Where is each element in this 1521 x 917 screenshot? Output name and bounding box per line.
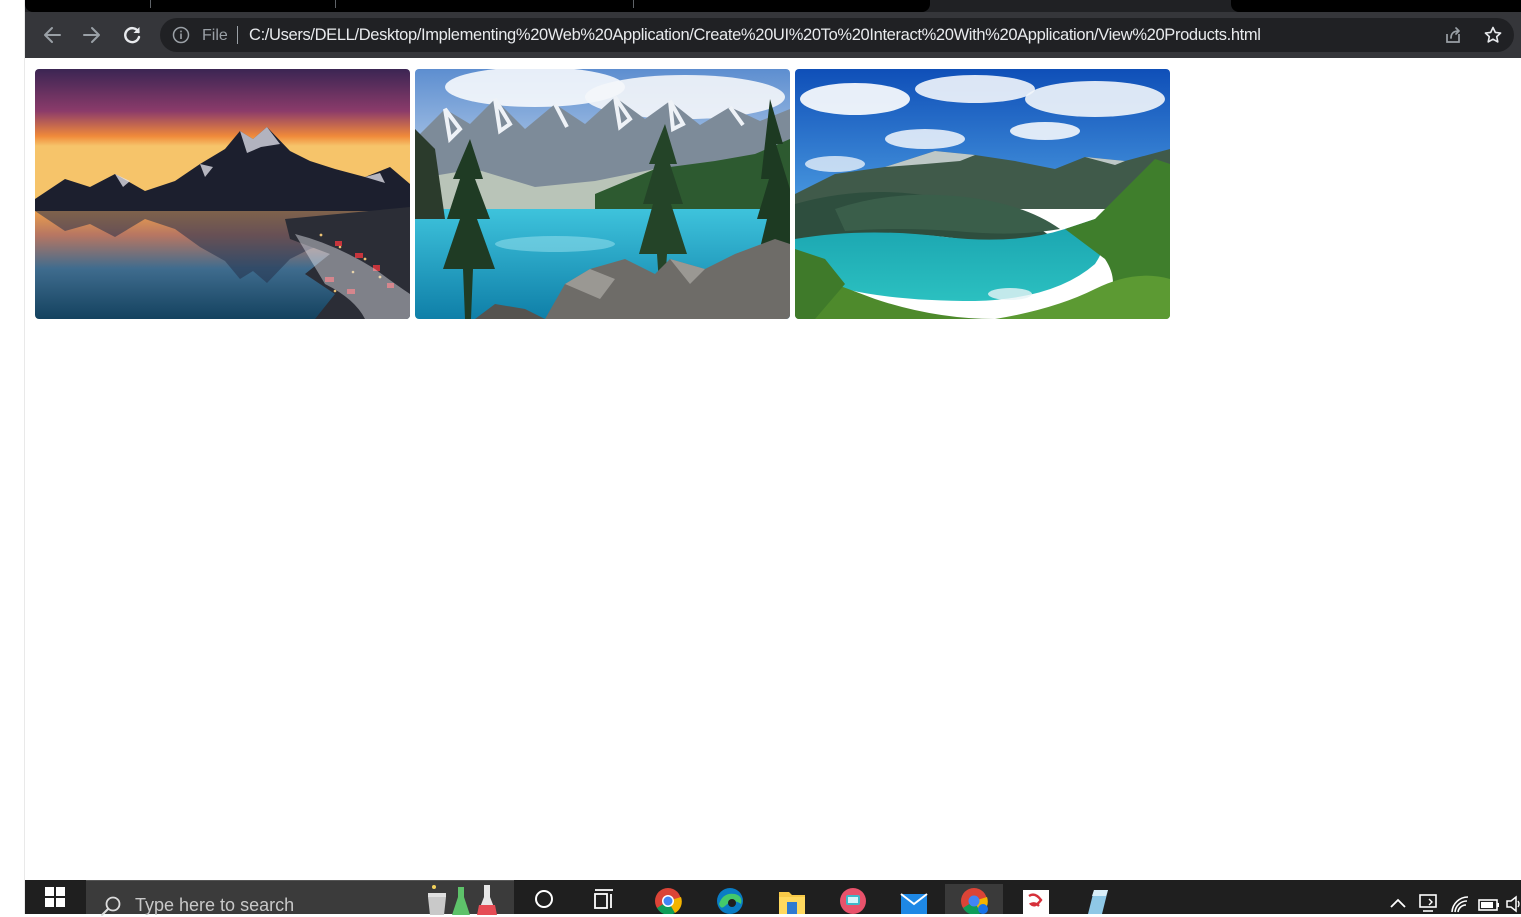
product-image-3[interactable] — [795, 69, 1170, 319]
task-view-icon — [594, 889, 613, 909]
wifi-icon[interactable] — [1449, 894, 1471, 914]
taskbar-search-box[interactable]: Type here to search — [86, 880, 514, 916]
media-app-taskbar-button[interactable] — [836, 884, 870, 914]
tab-separator — [335, 0, 336, 8]
mail-taskbar-button[interactable] — [897, 884, 931, 914]
chrome-profile-taskbar-button[interactable] — [945, 884, 1003, 914]
back-button[interactable] — [37, 20, 67, 50]
app-tile-taskbar-button[interactable] — [1019, 884, 1053, 914]
page-left-edge — [0, 0, 25, 914]
reload-button[interactable] — [117, 20, 147, 50]
mail-icon — [900, 893, 928, 914]
file-explorer-icon — [779, 892, 805, 914]
product-image-2[interactable] — [415, 69, 790, 319]
tab-separator — [150, 0, 151, 8]
info-icon[interactable] — [172, 26, 190, 44]
windows-taskbar: Type here to search — [25, 880, 1521, 916]
lab-flasks-icon[interactable] — [424, 883, 504, 915]
forward-button[interactable] — [77, 20, 107, 50]
browser-toolbar: File C:/Users/DELL/Desktop/Implementing%… — [25, 12, 1521, 58]
reload-icon — [124, 27, 141, 44]
volume-icon[interactable] — [1505, 894, 1521, 914]
forward-arrow-icon — [83, 27, 100, 43]
product-image-1[interactable] — [35, 69, 410, 319]
tab-separator — [633, 0, 634, 8]
address-separator — [237, 26, 238, 44]
cortana-icon — [535, 890, 553, 908]
chrome-icon — [655, 888, 682, 914]
edge-taskbar-button[interactable] — [713, 884, 747, 914]
inactive-tab-right[interactable] — [1231, 0, 1521, 12]
chevron-up-icon[interactable] — [1389, 896, 1407, 910]
chrome-profile-icon — [961, 888, 988, 914]
start-button[interactable] — [25, 880, 85, 914]
windows-start-icon — [45, 887, 65, 907]
star-icon[interactable] — [1483, 25, 1503, 45]
url-text[interactable]: C:/Users/DELL/Desktop/Implementing%20Web… — [249, 26, 1261, 45]
cortana-button[interactable] — [527, 884, 561, 914]
back-arrow-icon — [44, 27, 61, 43]
edge-icon — [717, 888, 743, 914]
inactive-tabs-group[interactable] — [25, 0, 930, 12]
chrome-taskbar-button[interactable] — [651, 884, 685, 914]
battery-icon[interactable] — [1477, 896, 1501, 914]
notepad-icon — [1088, 890, 1108, 914]
network-icon[interactable] — [1417, 892, 1441, 914]
tab-strip — [25, 0, 1521, 12]
address-bar[interactable]: File C:/Users/DELL/Desktop/Implementing%… — [160, 18, 1514, 52]
notepad-taskbar-button[interactable] — [1080, 884, 1114, 914]
task-view-button[interactable] — [587, 884, 621, 914]
scheme-label: File — [202, 27, 228, 44]
share-icon[interactable] — [1443, 25, 1463, 45]
search-placeholder: Type here to search — [135, 895, 295, 915]
app-tile-icon — [1023, 890, 1049, 914]
media-app-icon — [840, 888, 866, 914]
file-explorer-taskbar-button[interactable] — [775, 884, 809, 914]
product-gallery — [35, 69, 1170, 319]
